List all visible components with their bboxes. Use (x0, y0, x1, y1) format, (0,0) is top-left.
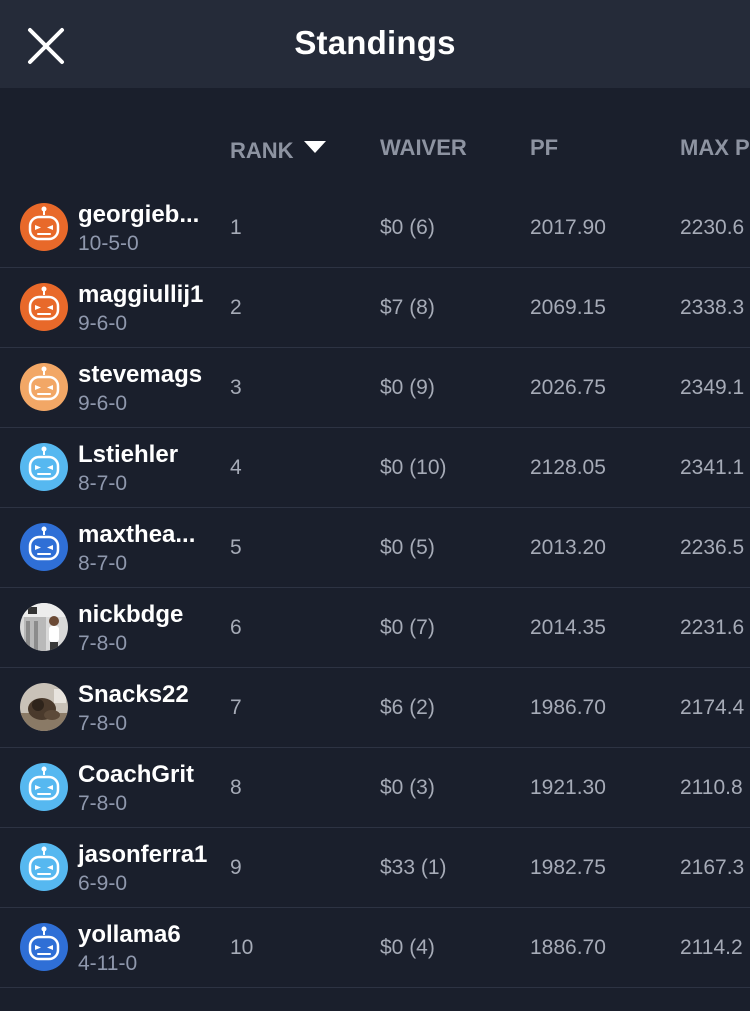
max-pf-column-header[interactable]: MAX P (680, 135, 750, 161)
waiver-value: $6 (2) (380, 696, 435, 719)
standings-row[interactable]: maxthea... 8-7-0 5 $0 (5) 2013.20 2236.5 (0, 508, 750, 588)
team-name: stevemags (78, 361, 203, 388)
rank-value: 2 (230, 296, 242, 319)
waiver-value: $0 (5) (380, 536, 435, 559)
team-record: 9-6-0 (78, 312, 128, 335)
avatar (20, 363, 68, 411)
pf-column-header[interactable]: PF (530, 135, 558, 161)
rank-value: 6 (230, 616, 242, 639)
rank-value: 8 (230, 776, 242, 799)
points-for-value: 1986.70 (530, 696, 606, 719)
points-for-value: 2017.90 (530, 216, 606, 239)
team-name: yollama6 (78, 921, 181, 948)
rank-header-label: RANK (230, 138, 294, 163)
avatar (20, 603, 68, 651)
team-name: nickbdge (78, 601, 184, 628)
team-name: georgieb... (78, 201, 200, 228)
team-record: 7-8-0 (78, 632, 128, 655)
max-points-value: 2349.1 (680, 376, 745, 399)
waiver-value: $0 (9) (380, 376, 435, 399)
waiver-value: $0 (10) (380, 456, 447, 479)
points-for-value: 1921.30 (530, 776, 606, 799)
standings-row[interactable]: maggiullij1 9-6-0 2 $7 (8) 2069.15 2338.3 (0, 268, 750, 348)
standings-row[interactable]: nickbdge 7-8-0 6 $0 (7) 2014.35 2231.6 (0, 588, 750, 668)
team-name: CoachGrit (78, 761, 195, 788)
points-for-value: 2069.15 (530, 296, 606, 319)
team-record: 6-9-0 (78, 872, 128, 895)
points-for-value: 2128.05 (530, 456, 606, 479)
team-name: Snacks22 (78, 681, 189, 708)
max-points-value: 2338.3 (680, 296, 745, 319)
team-name: maxthea... (78, 521, 196, 548)
waiver-value: $33 (1) (380, 856, 447, 879)
rank-column-header[interactable]: RANK (230, 135, 326, 164)
points-for-value: 1982.75 (530, 856, 606, 879)
rank-value: 1 (230, 216, 242, 239)
rank-value: 10 (230, 936, 254, 959)
waiver-value: $0 (6) (380, 216, 435, 239)
max-points-value: 2231.6 (680, 616, 745, 639)
header-bar: Standings (0, 0, 750, 88)
max-points-value: 2174.4 (680, 696, 745, 719)
team-record: 9-6-0 (78, 392, 128, 415)
standings-row[interactable]: stevemags 9-6-0 3 $0 (9) 2026.75 2349.1 (0, 348, 750, 428)
waiver-value: $0 (3) (380, 776, 435, 799)
avatar (20, 523, 68, 571)
team-record: 8-7-0 (78, 552, 128, 575)
team-record: 8-7-0 (78, 472, 128, 495)
max-points-value: 2341.1 (680, 456, 745, 479)
team-record: 7-8-0 (78, 792, 128, 815)
avatar (20, 843, 68, 891)
team-name: Lstiehler (78, 441, 179, 468)
rank-value: 5 (230, 536, 242, 559)
team-record: 7-8-0 (78, 712, 128, 735)
rank-value: 3 (230, 376, 242, 399)
waiver-value: $0 (7) (380, 616, 435, 639)
team-record: 10-5-0 (78, 232, 139, 255)
points-for-value: 2013.20 (530, 536, 606, 559)
avatar (20, 683, 68, 731)
points-for-value: 2014.35 (530, 616, 606, 639)
rank-value: 7 (230, 696, 242, 719)
standings-row[interactable]: yollama6 4-11-0 10 $0 (4) 1886.70 2114.2 (0, 908, 750, 988)
avatar (20, 763, 68, 811)
waiver-value: $0 (4) (380, 936, 435, 959)
standings-row[interactable]: Lstiehler 8-7-0 4 $0 (10) 2128.05 2341.1 (0, 428, 750, 508)
rank-value: 4 (230, 456, 242, 479)
standings-row[interactable]: jasonferra1 6-9-0 9 $33 (1) 1982.75 2167.3 (0, 828, 750, 908)
standings-row[interactable]: Snacks22 7-8-0 7 $6 (2) 1986.70 2174.4 (0, 668, 750, 748)
team-name: maggiullij1 (78, 281, 204, 308)
points-for-value: 2026.75 (530, 376, 606, 399)
standings-list: georgieb... 10-5-0 1 $0 (6) 2017.90 2230.6 mag… (0, 188, 750, 988)
rank-value: 9 (230, 856, 242, 879)
max-points-value: 2114.2 (680, 936, 743, 959)
page-title: Standings (294, 24, 456, 61)
sort-descending-icon (303, 135, 326, 161)
standings-row[interactable]: CoachGrit 7-8-0 8 $0 (3) 1921.30 2110.8 (0, 748, 750, 828)
avatar (20, 923, 68, 971)
max-points-value: 2230.6 (680, 216, 745, 239)
standings-row[interactable]: georgieb... 10-5-0 1 $0 (6) 2017.90 2230.6 (0, 188, 750, 268)
max-points-value: 2167.3 (680, 856, 745, 879)
waiver-value: $7 (8) (380, 296, 435, 319)
avatar (20, 203, 68, 251)
avatar (20, 443, 68, 491)
standings-table: RANK WAIVER PF MAX P georgieb... 10-5-0 1 $… (0, 88, 750, 1011)
team-name: jasonferra1 (78, 841, 208, 868)
waiver-column-header[interactable]: WAIVER (380, 135, 467, 161)
max-points-value: 2236.5 (680, 536, 745, 559)
points-for-value: 1886.70 (530, 936, 606, 959)
team-record: 4-11-0 (78, 952, 138, 975)
max-points-value: 2110.8 (680, 776, 743, 799)
avatar (20, 283, 68, 331)
